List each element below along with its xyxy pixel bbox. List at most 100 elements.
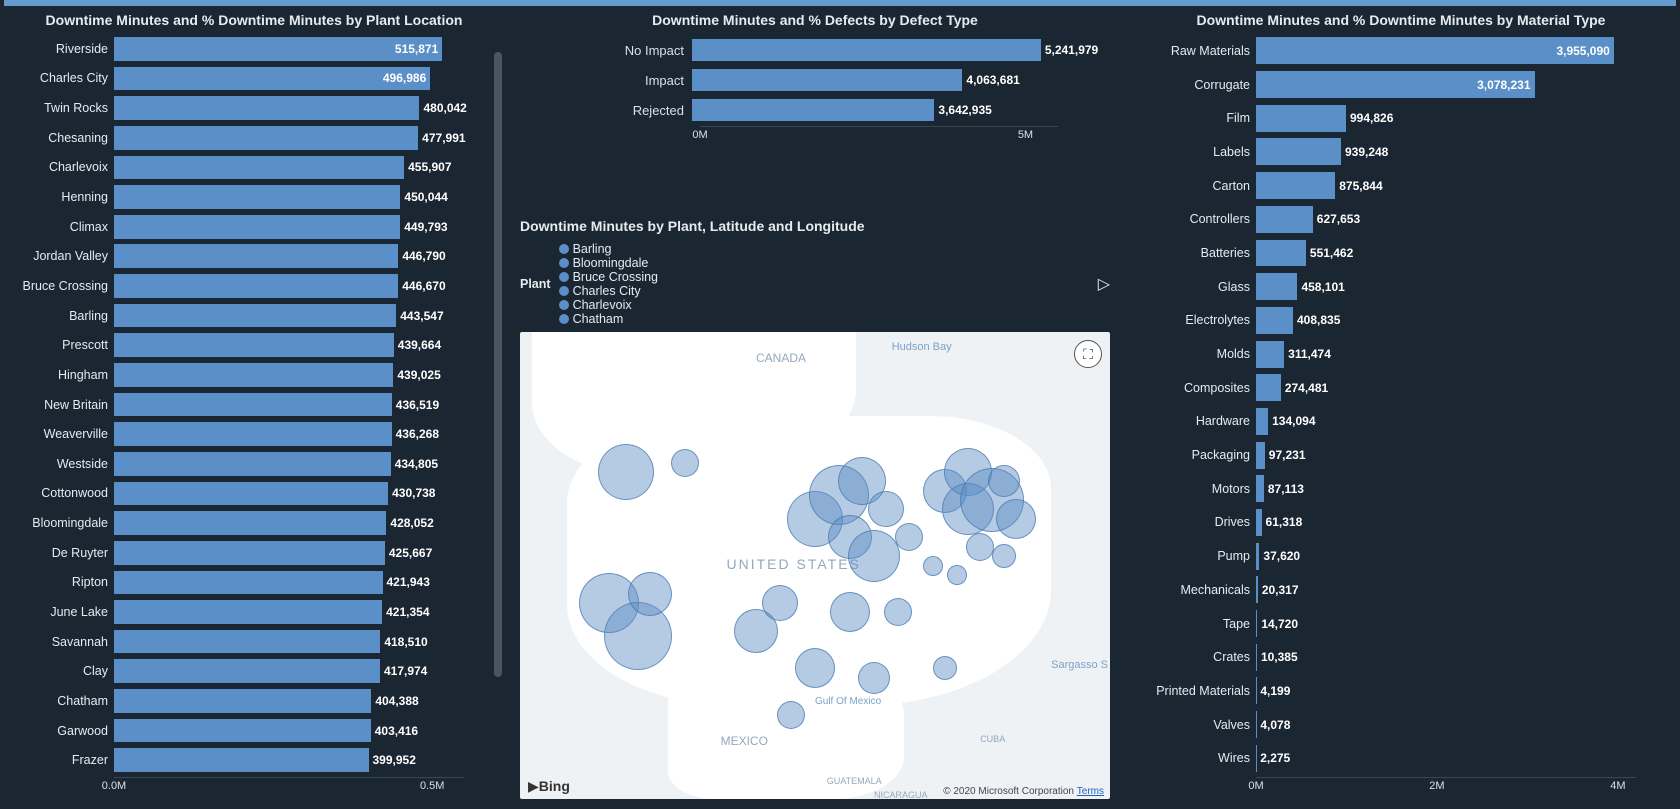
map-bubble[interactable] xyxy=(868,491,904,527)
bar-row[interactable]: Wires2,275 xyxy=(1126,741,1636,775)
bar-row[interactable]: Chatham404,388 xyxy=(4,686,464,716)
bar-row[interactable]: Molds311,474 xyxy=(1126,337,1636,371)
bar-category-label: Savannah xyxy=(4,635,114,649)
bar-category-label: Prescott xyxy=(4,338,114,352)
bar-row[interactable]: Drives61,318 xyxy=(1126,506,1636,540)
bar-row[interactable]: Motors87,113 xyxy=(1126,472,1636,506)
bar-row[interactable]: Carton875,844 xyxy=(1126,169,1636,203)
bar-row[interactable]: Westside434,805 xyxy=(4,449,464,479)
map-bubble[interactable] xyxy=(858,662,890,694)
bar-row[interactable]: Composites274,481 xyxy=(1126,371,1636,405)
map-bubble[interactable] xyxy=(947,565,967,585)
bar-row[interactable]: Henning450,044 xyxy=(4,182,464,212)
bar-row[interactable]: Tape14,720 xyxy=(1126,607,1636,641)
bar-row[interactable]: Barling443,547 xyxy=(4,301,464,331)
legend-item[interactable]: Chatham xyxy=(559,312,658,326)
focus-mode-icon[interactable]: ⛶ xyxy=(1074,340,1102,368)
bar-row[interactable]: Crates10,385 xyxy=(1126,640,1636,674)
map-bubble[interactable] xyxy=(671,449,699,477)
bar-row[interactable]: Bruce Crossing446,670 xyxy=(4,271,464,301)
bar-row[interactable]: Charles City496,986 xyxy=(4,64,464,94)
bar-row[interactable]: Mechanicals20,317 xyxy=(1126,573,1636,607)
legend-item[interactable]: Barling xyxy=(559,242,658,256)
chart-material-type[interactable]: Downtime Minutes and % Downtime Minutes … xyxy=(1126,6,1676,803)
map-bubble[interactable] xyxy=(933,656,957,680)
map-bubble[interactable] xyxy=(992,544,1016,568)
bar-row[interactable]: Riverside515,871 xyxy=(4,34,464,64)
map-bubble[interactable] xyxy=(762,585,798,621)
map-bubble[interactable] xyxy=(848,530,900,582)
legend-item[interactable]: Bloomingdale xyxy=(559,256,658,270)
bar-row[interactable]: De Ruyter425,667 xyxy=(4,538,464,568)
bar-row[interactable]: No Impact5,241,979 xyxy=(572,36,1058,64)
bar-fill: 449,793 xyxy=(114,215,400,239)
bar-fill: 3,642,935 xyxy=(692,99,934,121)
bar-row[interactable]: Prescott439,664 xyxy=(4,330,464,360)
legend-item[interactable]: Charles City xyxy=(559,284,658,298)
bar-category-label: Molds xyxy=(1126,347,1256,361)
map-bubble[interactable] xyxy=(598,444,654,500)
bar-row[interactable]: Pump37,620 xyxy=(1126,539,1636,573)
bar-row[interactable]: Clay417,974 xyxy=(4,656,464,686)
bar-row[interactable]: Electrolytes408,835 xyxy=(1126,304,1636,338)
bar-row[interactable]: Weaverville436,268 xyxy=(4,419,464,449)
bar-row[interactable]: Rejected3,642,935 xyxy=(572,96,1058,124)
map-bubble[interactable] xyxy=(777,701,805,729)
bar-fill: 450,044 xyxy=(114,185,400,209)
bar-category-label: Ripton xyxy=(4,575,114,589)
legend-item[interactable]: Bruce Crossing xyxy=(559,270,658,284)
bar-value-label: 627,653 xyxy=(1317,212,1360,226)
bar-row[interactable]: Hingham439,025 xyxy=(4,360,464,390)
bar-fill: 446,790 xyxy=(114,244,398,268)
bar-category-label: Clay xyxy=(4,664,114,678)
bar-row[interactable]: Valves4,078 xyxy=(1126,708,1636,742)
bar-row[interactable]: Ripton421,943 xyxy=(4,568,464,598)
bar-row[interactable]: Jordan Valley446,790 xyxy=(4,241,464,271)
bar-row[interactable]: Charlevoix455,907 xyxy=(4,153,464,183)
map-bubble[interactable] xyxy=(988,465,1020,497)
bar-row[interactable]: Controllers627,653 xyxy=(1126,202,1636,236)
legend-next-icon[interactable]: ▷ xyxy=(1098,274,1110,294)
bar-row[interactable]: Savannah418,510 xyxy=(4,627,464,657)
bar-row[interactable]: Bloomingdale428,052 xyxy=(4,508,464,538)
bar-row[interactable]: Raw Materials3,955,090 xyxy=(1126,34,1636,68)
bar-row[interactable]: Garwood403,416 xyxy=(4,716,464,746)
map-visual[interactable]: Downtime Minutes by Plant, Latitude and … xyxy=(512,214,1118,803)
bar-track: 434,805 xyxy=(114,452,464,476)
map-bubble[interactable] xyxy=(830,592,870,632)
bar-track: 134,094 xyxy=(1256,408,1636,435)
map-canvas[interactable]: CANADA Hudson Bay UNITED STATES MEXICO G… xyxy=(520,332,1110,799)
map-bubble[interactable] xyxy=(795,648,835,688)
bar-row[interactable]: Film994,826 xyxy=(1126,101,1636,135)
chart-plant-location[interactable]: Downtime Minutes and % Downtime Minutes … xyxy=(4,6,504,803)
map-terms-link[interactable]: Terms xyxy=(1077,786,1104,797)
bar-row[interactable]: New Britain436,519 xyxy=(4,390,464,420)
map-bubble[interactable] xyxy=(923,556,943,576)
map-bubble[interactable] xyxy=(996,499,1036,539)
bar-row[interactable]: Cottonwood430,738 xyxy=(4,479,464,509)
bar-row[interactable]: Batteries551,462 xyxy=(1126,236,1636,270)
chart-defect-type[interactable]: Downtime Minutes and % Defects by Defect… xyxy=(512,6,1118,206)
bar-row[interactable]: Frazer399,952 xyxy=(4,745,464,775)
bar-category-label: Rejected xyxy=(572,103,692,118)
map-bubble[interactable] xyxy=(966,533,994,561)
bar-row[interactable]: Glass458,101 xyxy=(1126,270,1636,304)
map-bubble[interactable] xyxy=(895,523,923,551)
bar-row[interactable]: Packaging97,231 xyxy=(1126,438,1636,472)
bar-row[interactable]: Corrugate3,078,231 xyxy=(1126,68,1636,102)
map-bubble[interactable] xyxy=(628,572,672,616)
bar-row[interactable]: June Lake421,354 xyxy=(4,597,464,627)
bar-row[interactable]: Labels939,248 xyxy=(1126,135,1636,169)
map-label-guatemala: GUATEMALA xyxy=(827,776,882,786)
bar-row[interactable]: Twin Rocks480,042 xyxy=(4,93,464,123)
legend-item[interactable]: Charlevoix xyxy=(559,298,658,312)
bar-value-label: 551,462 xyxy=(1310,246,1353,260)
bar-row[interactable]: Climax449,793 xyxy=(4,212,464,242)
bar-row[interactable]: Chesaning477,991 xyxy=(4,123,464,153)
bar-row[interactable]: Impact4,063,681 xyxy=(572,66,1058,94)
map-bubble[interactable] xyxy=(884,598,912,626)
bar-row[interactable]: Printed Materials4,199 xyxy=(1126,674,1636,708)
legend-item-label: Bloomingdale xyxy=(573,256,649,270)
scrollbar-thumb[interactable] xyxy=(494,52,502,677)
bar-row[interactable]: Hardware134,094 xyxy=(1126,405,1636,439)
